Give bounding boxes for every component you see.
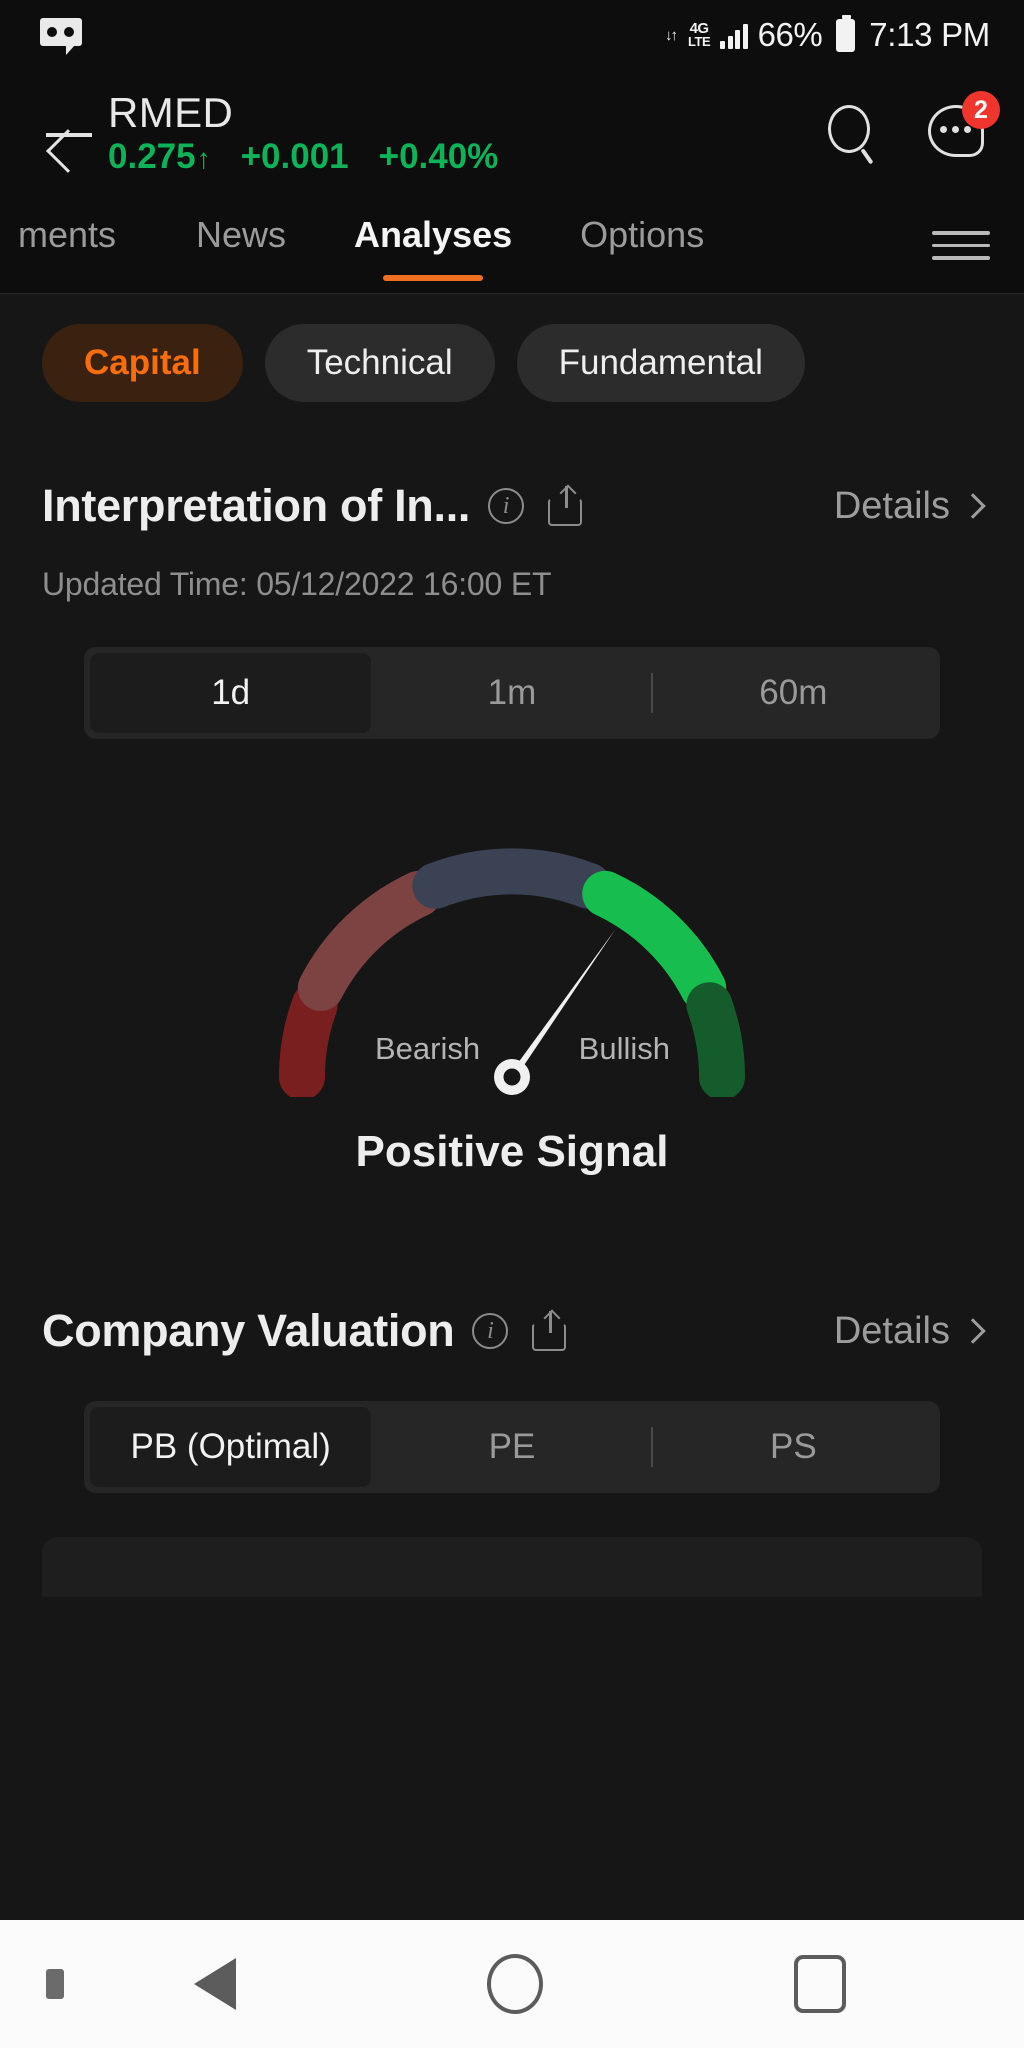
gauge-segment-bullish [582,870,727,1011]
hamburger-menu-icon[interactable] [932,198,990,293]
search-icon[interactable] [826,105,884,165]
gauge-segment-bearish [297,870,442,1011]
phone-screen: ↓↑ 4G LTE 66% 7:13 PM RMED 0.275 ↑ +0.00… [0,0,1024,2048]
chip-capital[interactable]: Capital [42,324,243,402]
share-icon[interactable] [548,484,586,526]
chat-icon[interactable]: 2 [928,91,1000,165]
valuation-section: Company Valuation i Details [0,1305,1024,1357]
gauge-label-bullish: Bullish [578,1031,670,1066]
info-icon[interactable]: i [472,1313,509,1349]
battery-percent-label: 66% [757,16,823,53]
status-bar: ↓↑ 4G LTE 66% 7:13 PM [0,0,1024,70]
nav-home-icon[interactable] [487,1954,543,2014]
signal-result-label: Positive Signal [355,1127,669,1176]
gauge-segment-strong-bullish [686,982,746,1100]
price-row: 0.275 ↑ +0.001 +0.40% [108,137,498,177]
price-value: 0.275 ↑ [108,137,211,177]
tab-news[interactable]: News [162,198,320,293]
metric-ps[interactable]: PS [653,1407,934,1487]
period-1d[interactable]: 1d [90,653,372,733]
app-header: RMED 0.275 ↑ +0.001 +0.40% 2 [0,70,1024,198]
gauge-svg [278,848,746,1100]
chip-technical[interactable]: Technical [264,324,495,402]
details-label: Details [833,484,950,527]
nav-tabs: ments News Analyses Options [0,198,1024,294]
analysis-chip-row: Capital Technical Fundamental [0,294,1024,402]
share-icon[interactable] [532,1309,570,1351]
interpretation-title: Interpretation of In... [42,480,471,531]
valuation-header: Company Valuation i Details [42,1305,986,1357]
main-content: Capital Technical Fundamental Interpreta… [0,294,1024,1920]
valuation-segmented-control: PB (Optimal) PE PS [84,1401,940,1493]
network-type-icon: 4G LTE [688,21,711,49]
gauge-needle-hub-center [503,1068,521,1086]
period-60m[interactable]: 60m [653,653,934,733]
metric-pb[interactable]: PB (Optimal) [90,1407,372,1487]
page-title: RMED [108,88,234,136]
tab-analyses[interactable]: Analyses [320,198,546,293]
interpretation-details-link[interactable]: Details [833,484,986,528]
price-up-arrow-icon: ↑ [196,143,211,175]
nav-back-icon[interactable] [160,1958,236,2010]
battery-icon [836,14,856,52]
status-bar-right: ↓↑ 4G LTE 66% 7:13 PM [665,14,990,54]
valuation-title: Company Valuation [42,1305,455,1356]
period-1m[interactable]: 1m [371,653,652,733]
network-sub-label: LTE [688,33,711,49]
data-transfer-icon: ↓↑ [665,26,678,44]
period-segmented-control: 1d 1m 60m [84,647,940,739]
valuation-card-peek [42,1537,982,1597]
gauge-segment-strong-bearish [278,982,338,1100]
back-arrow-icon[interactable] [36,101,102,167]
title-block: RMED 0.275 ↑ +0.001 +0.40% [108,88,498,177]
signal-bars-icon [720,21,748,49]
valuation-details-link[interactable]: Details [833,1309,986,1353]
interpretation-header: Interpretation of In... i Details [42,480,986,532]
chat-badge: 2 [962,91,1000,129]
nav-dot-icon[interactable] [46,1969,64,1999]
sentiment-gauge: Bearish Bullish [242,797,782,1100]
clock-label: 7:13 PM [869,16,990,53]
info-icon[interactable]: i [488,488,525,524]
details-label: Details [833,1309,950,1352]
price-change-percent: +0.40% [378,137,499,177]
interpretation-section: Interpretation of In... i Details Update… [0,480,1024,603]
status-bar-left [40,18,82,55]
gauge-label-bearish: Bearish [375,1031,481,1066]
voicemail-icon [40,18,82,55]
tab-comments[interactable]: ments [0,198,162,293]
price-change: +0.001 [240,137,349,177]
tab-options[interactable]: Options [546,198,738,293]
updated-time-label: Updated Time: 05/12/2022 16:00 ET [42,566,552,602]
header-actions: 2 [826,91,1000,165]
chevron-right-icon [960,493,986,519]
android-nav-bar [0,1920,1024,2048]
price-number: 0.275 [108,137,196,177]
chip-fundamental[interactable]: Fundamental [516,324,805,402]
chevron-right-icon [960,1318,986,1344]
nav-recents-icon[interactable] [794,1955,846,2013]
metric-pe[interactable]: PE [371,1407,652,1487]
gauge-segment-neutral [412,848,612,909]
sentiment-gauge-area: Bearish Bullish Positive Signal [0,797,1024,1227]
